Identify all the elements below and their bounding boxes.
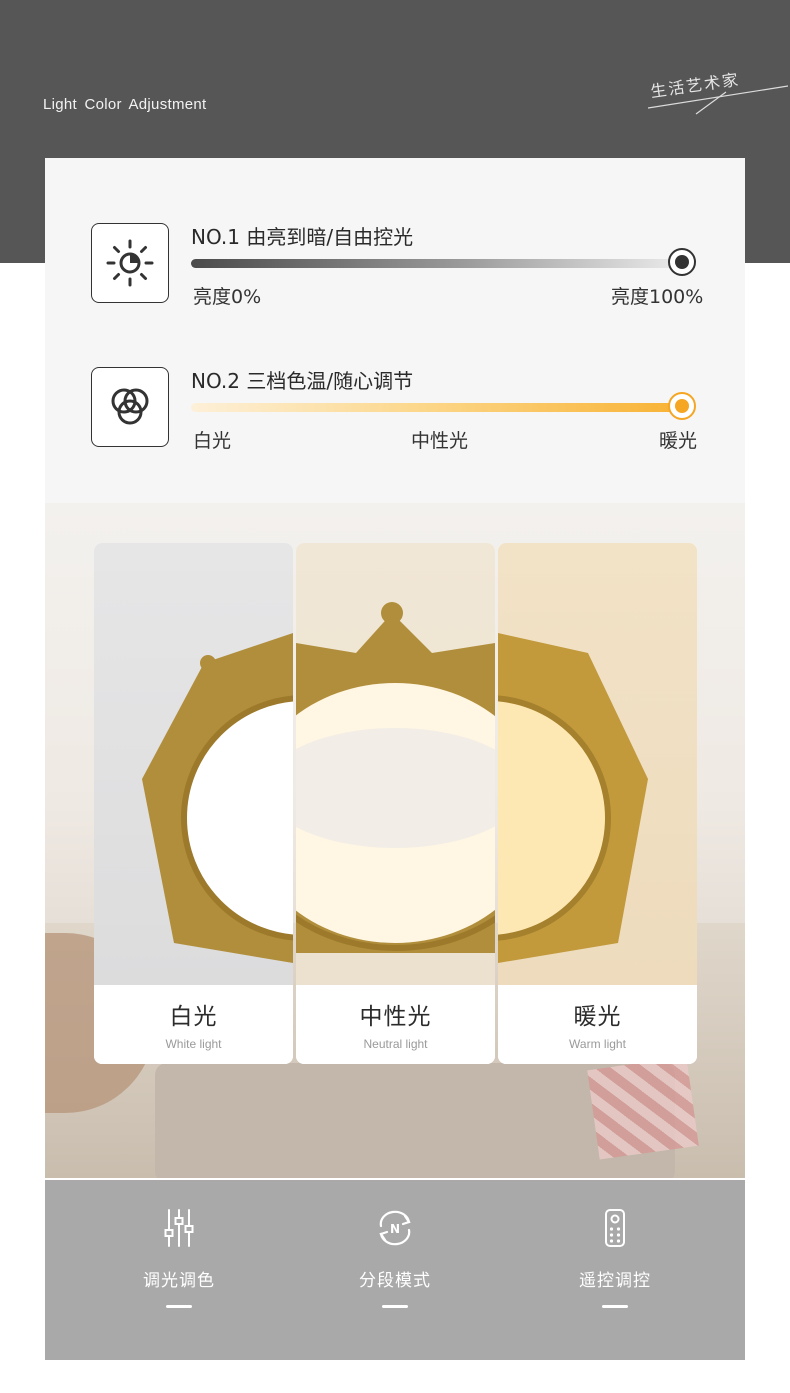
lamp-image-white: [94, 543, 293, 985]
warm-light-label: 暖光: [659, 430, 698, 452]
panel-neutral-light: 中性光 Neutral light: [296, 543, 495, 1064]
warm-light-subtitle: Warm light: [569, 1037, 626, 1051]
color-temp-feature: NO.2 三档色温/随心调节 白光 中性光 暖光: [91, 367, 711, 457]
panel-warm-light: 暖光 Warm light: [498, 543, 697, 1064]
divider-dash: [166, 1305, 192, 1308]
color-temp-slider-knob[interactable]: [668, 392, 696, 420]
segment-mode-item[interactable]: N 分段模式: [315, 1208, 475, 1318]
warm-light-title: 暖光: [573, 1004, 622, 1030]
brightness-feature: NO.1 由亮到暗/自由控光 亮度0% 亮度100%: [91, 223, 711, 313]
brightness-max-label: 亮度100%: [611, 286, 704, 308]
lamp-image-warm: [498, 543, 697, 985]
color-temp-slider-track[interactable]: [191, 403, 685, 412]
white-light-caption: 白光 White light: [94, 985, 293, 1064]
lamp-image-neutral: [296, 543, 495, 985]
brightness-heading: NO.1 由亮到暗/自由控光: [191, 225, 414, 249]
svg-text:N: N: [390, 1222, 400, 1236]
feature-bar: 调光调色 N 分段模式 遥控调控: [45, 1180, 745, 1360]
divider-dash: [602, 1305, 628, 1308]
adjustment-card: NO.1 由亮到暗/自由控光 亮度0% 亮度100% NO.2 三档色温/随心调…: [45, 158, 745, 1178]
color-circles-icon: [91, 367, 169, 447]
brightness-slider-knob[interactable]: [668, 248, 696, 276]
neutral-light-title: 中性光: [359, 1004, 432, 1030]
mode-cycle-icon: N: [379, 1210, 411, 1246]
white-light-title: 白光: [169, 1004, 218, 1030]
remote-label: 遥控调控: [579, 1271, 651, 1291]
dimming-item[interactable]: 调光调色: [99, 1208, 259, 1318]
signature-swoosh-icon: [648, 85, 788, 115]
divider-dash: [382, 1305, 408, 1308]
color-temp-heading: NO.2 三档色温/随心调节: [191, 369, 414, 393]
brightness-min-label: 亮度0%: [193, 286, 262, 308]
warm-light-caption: 暖光 Warm light: [498, 985, 697, 1064]
panel-white-light: 白光 White light: [94, 543, 293, 1064]
signature-logo: 生活艺术家: [648, 70, 788, 120]
brightness-slider-track[interactable]: [191, 259, 685, 268]
segment-mode-label: 分段模式: [359, 1271, 431, 1291]
neutral-light-subtitle: Neutral light: [363, 1037, 428, 1051]
remote-icon: [605, 1209, 625, 1247]
remote-item[interactable]: 遥控调控: [535, 1208, 695, 1318]
neutral-light-caption: 中性光 Neutral light: [296, 985, 495, 1064]
sun-icon: [91, 223, 169, 303]
pillow: [587, 1056, 699, 1160]
dimming-label: 调光调色: [143, 1271, 215, 1291]
white-light-label: 白光: [193, 430, 232, 452]
sliders-icon: [164, 1209, 194, 1247]
page-title: Light Color Adjustment: [43, 96, 207, 113]
neutral-light-label: 中性光: [411, 430, 469, 452]
white-light-subtitle: White light: [165, 1037, 222, 1051]
